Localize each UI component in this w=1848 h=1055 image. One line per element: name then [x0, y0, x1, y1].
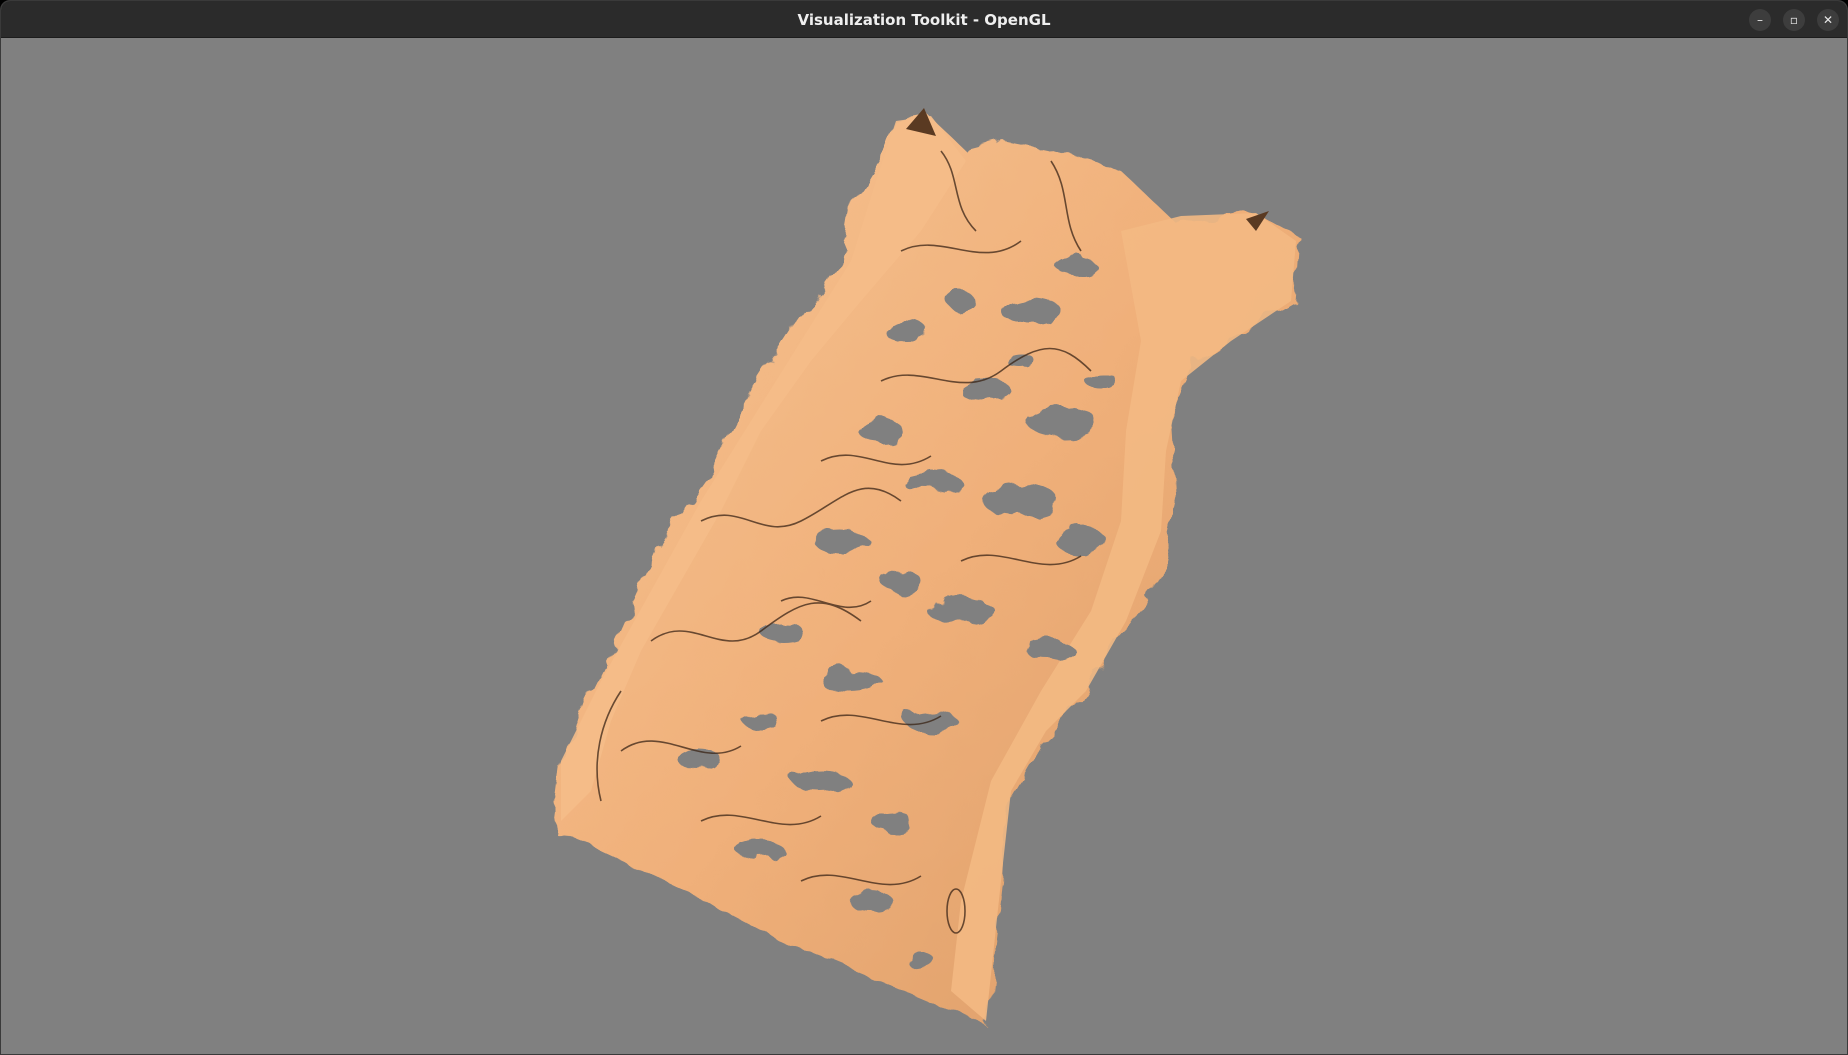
minimize-button[interactable]: –: [1749, 9, 1771, 31]
maximize-button[interactable]: ▫: [1783, 9, 1805, 31]
isosurface-render: [553, 108, 1299, 1026]
vtk-window: Visualization Toolkit - OpenGL – ▫ ✕: [0, 0, 1848, 1055]
isosurface: [553, 108, 1299, 1026]
maximize-icon: ▫: [1789, 13, 1799, 27]
window-title: Visualization Toolkit - OpenGL: [797, 11, 1051, 29]
window-controls: – ▫ ✕: [1749, 9, 1839, 31]
close-icon: ✕: [1822, 13, 1834, 27]
render-viewport[interactable]: [1, 38, 1847, 1054]
close-button[interactable]: ✕: [1817, 9, 1839, 31]
title-bar[interactable]: Visualization Toolkit - OpenGL – ▫ ✕: [1, 1, 1847, 38]
minimize-icon: –: [1757, 13, 1763, 27]
